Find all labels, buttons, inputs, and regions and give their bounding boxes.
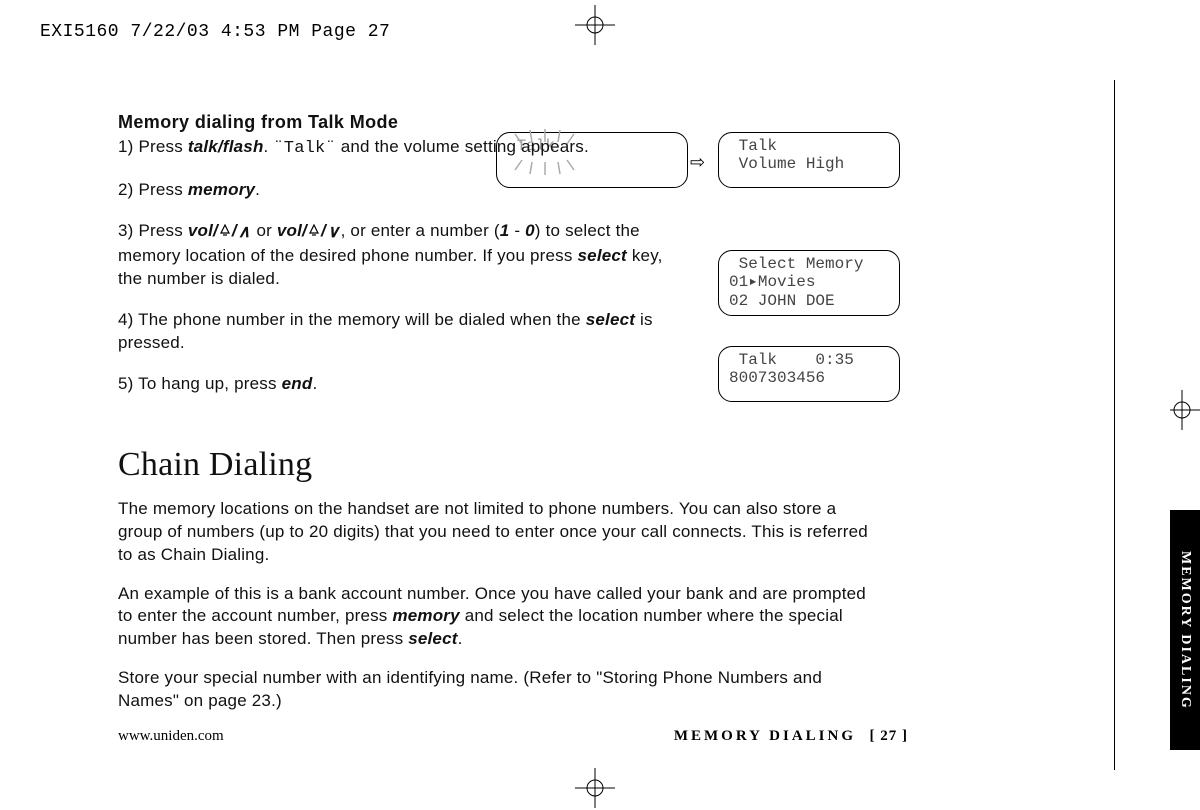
side-tab-label: MEMORY DIALING xyxy=(1170,510,1200,750)
key-select: select xyxy=(408,629,457,648)
key-memory: memory xyxy=(392,606,459,625)
text: 4) The phone number in the memory will b… xyxy=(118,310,586,329)
text: or xyxy=(252,221,277,240)
footer-section-label: MEMORY DIALING [ 27 ] xyxy=(674,728,908,745)
lcd-word-talk: ¨Talk¨ xyxy=(273,139,335,158)
text: . xyxy=(458,629,463,648)
text: 1) Press xyxy=(118,137,188,156)
digit-1: 1 xyxy=(500,221,510,240)
key-end: end xyxy=(282,374,313,393)
key-select: select xyxy=(578,246,627,265)
ringer-icon xyxy=(308,222,320,245)
chevron-up-icon: ∧ xyxy=(238,221,251,244)
text: 2) Press xyxy=(118,180,188,199)
step-5: 5) To hang up, press end. xyxy=(118,373,678,396)
page-content: Memory dialing from Talk Mode 1) Press t… xyxy=(118,110,908,729)
margin-rule xyxy=(1114,80,1115,770)
page-footer: www.uniden.com MEMORY DIALING [ 27 ] xyxy=(118,728,908,745)
paragraph: An example of this is a bank account num… xyxy=(118,583,878,652)
paragraph: The memory locations on the handset are … xyxy=(118,498,878,567)
step-4: 4) The phone number in the memory will b… xyxy=(118,309,678,355)
prepress-header: EXI5160 7/22/03 4:53 PM Page 27 xyxy=(40,22,390,42)
section-heading: Memory dialing from Talk Mode xyxy=(118,110,908,134)
footer-url: www.uniden.com xyxy=(118,728,224,745)
ringer-icon xyxy=(219,222,231,245)
text: , or enter a number ( xyxy=(341,221,500,240)
section-chain-dialing-title: Chain Dialing xyxy=(118,442,908,488)
key-talk-flash: talk/flash xyxy=(188,137,264,156)
text: 3) Press xyxy=(118,221,188,240)
step-1: 1) Press talk/flash. ¨Talk¨ and the volu… xyxy=(118,136,678,161)
key-vol-up: vol//∧ xyxy=(188,221,252,240)
key-select: select xyxy=(586,310,635,329)
digit-0: 0 xyxy=(525,221,535,240)
page-number: [ 27 ] xyxy=(870,728,909,744)
step-2: 2) Press memory. xyxy=(118,179,678,202)
key-memory: memory xyxy=(188,180,255,199)
chevron-down-icon: ∨ xyxy=(327,221,340,244)
text: and the volume setting appears. xyxy=(336,137,589,156)
paragraph: Store your special number with an identi… xyxy=(118,667,878,713)
text: . xyxy=(264,137,274,156)
text: . xyxy=(312,374,317,393)
key-vol-down: vol//∨ xyxy=(277,221,341,240)
registration-mark-top xyxy=(575,5,615,45)
text: 5) To hang up, press xyxy=(118,374,282,393)
registration-mark-side xyxy=(1170,390,1200,435)
text: . xyxy=(255,180,260,199)
step-3: 3) Press vol//∧ or vol//∨, or enter a nu… xyxy=(118,220,678,291)
registration-mark-bottom xyxy=(575,768,615,808)
text: - xyxy=(509,221,525,240)
text: MEMORY DIALING xyxy=(674,728,856,744)
